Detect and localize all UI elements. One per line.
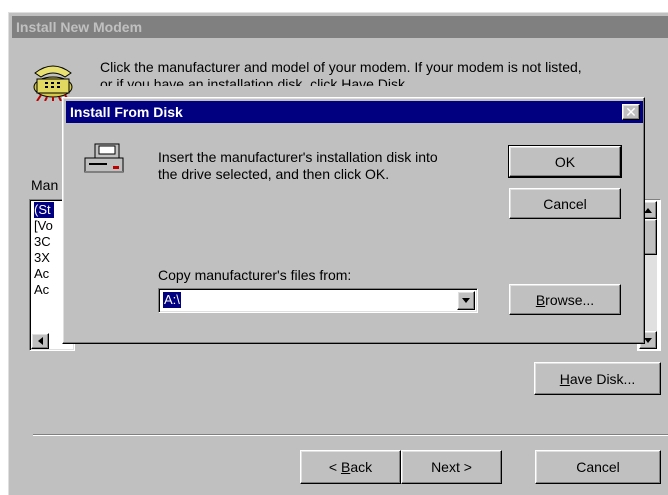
- arrow-left-icon: [37, 337, 43, 345]
- telephone-icon: [33, 65, 73, 101]
- disk-drive-icon: [84, 143, 124, 173]
- path-input-value[interactable]: A:\: [163, 292, 181, 308]
- window-title: Install New Modem: [12, 16, 668, 38]
- dialog-cancel-button[interactable]: Cancel: [509, 188, 621, 219]
- have-disk-label: ave Disk...: [569, 370, 636, 387]
- have-disk-button[interactable]: Have Disk...: [534, 362, 661, 395]
- chevron-down-icon: [462, 298, 470, 303]
- next-button[interactable]: Next >: [401, 450, 502, 484]
- back-prefix: <: [328, 459, 341, 475]
- arrow-up-icon: [644, 207, 652, 213]
- back-button[interactable]: < Back: [300, 450, 401, 484]
- scroll-left-button[interactable]: [31, 333, 49, 349]
- ok-button[interactable]: OK: [508, 145, 622, 178]
- list-item[interactable]: (St: [34, 202, 54, 218]
- separator: [33, 434, 668, 436]
- copy-from-combo[interactable]: A:\: [158, 288, 478, 313]
- copy-from-label: Copy manufacturer's files from:: [158, 267, 352, 283]
- browse-mnemonic: B: [535, 291, 546, 308]
- arrow-down-icon: [644, 337, 652, 343]
- dialog-title: Install From Disk: [70, 104, 183, 120]
- back-mnemonic: B: [340, 459, 351, 475]
- close-button[interactable]: ✕: [622, 104, 640, 120]
- install-from-disk-dialog: Install From Disk ✕ Insert the manufactu…: [62, 97, 645, 344]
- cancel-button[interactable]: Cancel: [535, 450, 661, 484]
- message-line-1: Insert the manufacturer's installation d…: [158, 149, 438, 165]
- dialog-cancel-label: Cancel: [543, 195, 587, 212]
- manufacturers-label: Man: [31, 177, 59, 193]
- browse-label: rowse...: [545, 291, 595, 308]
- instruction-line-1: Click the manufacturer and model of your…: [100, 59, 582, 75]
- next-label: Next >: [431, 459, 472, 475]
- cancel-label: Cancel: [576, 459, 620, 475]
- list-item[interactable]: 3X: [34, 250, 54, 266]
- back-label: ack: [350, 459, 373, 475]
- have-disk-mnemonic: H: [559, 370, 570, 387]
- dialog-message: Insert the manufacturer's installation d…: [158, 149, 438, 183]
- instruction-line-2: or if you have an installation disk, cli…: [100, 76, 409, 86]
- combo-dropdown-button[interactable]: [457, 291, 475, 310]
- dialog-title-bar: Install From Disk ✕: [66, 101, 643, 123]
- list-item[interactable]: 3C: [34, 234, 54, 250]
- instruction-text: Click the manufacturer and model of your…: [100, 59, 660, 86]
- browse-button[interactable]: Browse...: [509, 284, 621, 315]
- close-icon: ✕: [625, 104, 637, 120]
- list-item[interactable]: Ac: [34, 282, 54, 298]
- ok-label: OK: [554, 153, 576, 170]
- list-item[interactable]: Ac: [34, 266, 54, 282]
- message-line-2: the drive selected, and then click OK.: [158, 166, 390, 182]
- list-item[interactable]: [Vo: [34, 218, 54, 234]
